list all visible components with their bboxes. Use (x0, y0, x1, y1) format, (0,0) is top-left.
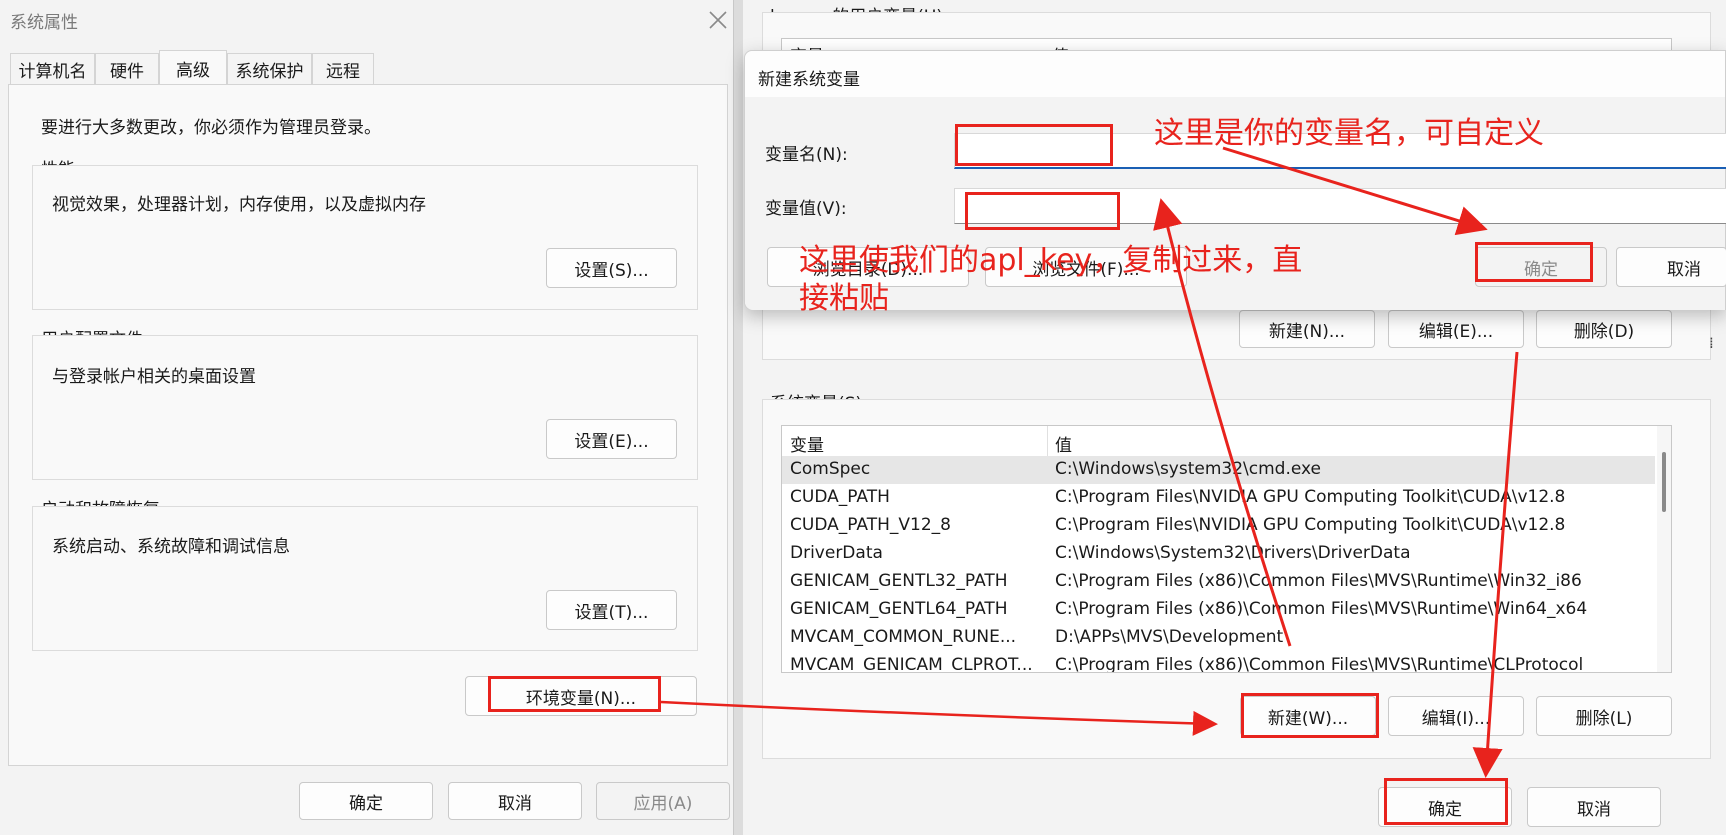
advanced-tab-panel: 要进行大多数更改，你必须作为管理员登录。 性能 视觉效果，处理器计划，内存使用，… (8, 84, 728, 766)
system-edit-button[interactable]: 编辑(I)... (1388, 696, 1524, 736)
dialog-title: 新建系统变量 (758, 70, 860, 90)
highlight-dialog-ok (1475, 242, 1593, 282)
tab-hardware[interactable]: 硬件 (95, 53, 159, 84)
tab-computer-name[interactable]: 计算机名 (10, 53, 95, 84)
table-row[interactable]: DriverData C:\Windows\System32\Drivers\Dr… (782, 540, 1655, 568)
list-header: 变量 值 (782, 426, 1655, 456)
tab-advanced[interactable]: 高级 (159, 50, 227, 85)
column-header-variable[interactable]: 变量 (790, 431, 824, 456)
apply-button[interactable]: 应用(A) (596, 782, 730, 820)
highlight-value-input (965, 192, 1120, 230)
variable-value-label: 变量值(V): (765, 199, 847, 219)
highlight-system-new (1241, 693, 1379, 738)
user-edit-button[interactable]: 编辑(E)... (1388, 310, 1524, 348)
cell-variable: DriverData (790, 543, 883, 563)
scrollbar-thumb[interactable] (1662, 452, 1666, 512)
cell-value: D:\APPs\MVS\Development (1055, 627, 1284, 647)
highlight-env-button (488, 676, 661, 712)
user-profiles-settings-button[interactable]: 设置(E)... (546, 419, 677, 459)
cell-value: C:\Program Files (x86)\Common Files\MVS\… (1055, 655, 1584, 673)
variable-name-label: 变量名(N): (765, 145, 848, 165)
tab-remote[interactable]: 远程 (312, 53, 374, 84)
scrollbar[interactable] (1657, 426, 1671, 672)
api-key-hint-line1: 这里使我们的apl_key，复制过来，直 (799, 243, 1303, 278)
ok-button[interactable]: 确定 (299, 782, 433, 820)
table-row[interactable]: MVCAM_COMMON_RUNE... D:\APPs\MVS\Developm… (782, 624, 1655, 652)
api-key-hint-line2: 接粘贴 (799, 281, 889, 316)
table-row[interactable]: CUDA_PATH_V12_8 C:\Program Files\NVIDIA G… (782, 512, 1655, 540)
cell-value: C:\Windows\System32\Drivers\DriverData (1055, 543, 1411, 563)
cell-variable: MVCAM_GENICAM_CLPROT... (790, 655, 1033, 673)
highlight-env-ok (1384, 778, 1508, 825)
window-edge-glyph: ⁞ (1709, 334, 1714, 352)
tab-label: 系统保护 (235, 61, 304, 82)
cell-value: C:\Program Files\NVIDIA GPU Computing To… (1055, 487, 1566, 507)
cell-variable: GENICAM_GENTL32_PATH (790, 571, 1008, 591)
cell-variable: ComSpec (790, 459, 871, 479)
table-row[interactable]: GENICAM_GENTL32_PATH C:\Program Files (x8… (782, 568, 1655, 596)
tab-label: 远程 (326, 61, 360, 82)
system-vars-list[interactable]: 变量 值 ComSpec C:\Windows\system32\cmd.exe C… (781, 425, 1672, 673)
close-icon[interactable] (706, 6, 730, 32)
cell-value: C:\Program Files\NVIDIA GPU Computing To… (1055, 515, 1566, 535)
user-delete-button[interactable]: 删除(D) (1536, 310, 1672, 348)
performance-settings-button[interactable]: 设置(S)... (546, 248, 677, 288)
cell-variable: MVCAM_COMMON_RUNE... (790, 627, 1017, 647)
cell-value: C:\Program Files (x86)\Common Files\MVS\… (1055, 599, 1588, 619)
tab-label: 高级 (176, 60, 210, 81)
tab-system-protection[interactable]: 系统保护 (227, 53, 312, 84)
column-header-value[interactable]: 值 (1055, 431, 1072, 456)
startup-desc: 系统启动、系统故障和调试信息 (52, 537, 290, 557)
system-delete-button[interactable]: 删除(L) (1536, 696, 1672, 736)
cell-variable: CUDA_PATH_V12_8 (790, 515, 951, 535)
performance-desc: 视觉效果，处理器计划，内存使用，以及虚拟内存 (52, 195, 426, 215)
table-row[interactable]: ComSpec C:\Windows\system32\cmd.exe (782, 456, 1655, 484)
table-row[interactable]: MVCAM_GENICAM_CLPROT... C:\Program Files … (782, 652, 1655, 673)
window-title: 系统属性 (10, 13, 78, 33)
tab-label: 计算机名 (18, 61, 87, 82)
var-name-hint: 这里是你的变量名，可自定义 (1154, 116, 1544, 151)
cell-value: C:\Windows\system32\cmd.exe (1055, 459, 1322, 479)
highlight-name-input (955, 124, 1113, 166)
cancel-button[interactable]: 取消 (448, 782, 582, 820)
env-cancel-button[interactable]: 取消 (1527, 787, 1661, 827)
startup-settings-button[interactable]: 设置(T)... (546, 590, 677, 630)
tab-label: 硬件 (110, 61, 144, 82)
admin-notice: 要进行大多数更改，你必须作为管理员登录。 (41, 118, 381, 138)
dialog-cancel-button[interactable]: 取消 (1616, 247, 1726, 287)
cell-variable: CUDA_PATH (790, 487, 890, 507)
user-new-button[interactable]: 新建(N)... (1239, 310, 1375, 348)
user-profiles-desc: 与登录帐户相关的桌面设置 (52, 367, 256, 387)
table-row[interactable]: GENICAM_GENTL64_PATH C:\Program Files (x8… (782, 596, 1655, 624)
cell-variable: GENICAM_GENTL64_PATH (790, 599, 1008, 619)
dialog-titlebar (745, 51, 1725, 97)
cell-value: C:\Program Files (x86)\Common Files\MVS\… (1055, 571, 1582, 591)
performance-group (32, 165, 698, 310)
column-divider (1047, 426, 1048, 456)
table-row[interactable]: CUDA_PATH C:\Program Files\NVIDIA GPU Com… (782, 484, 1655, 512)
